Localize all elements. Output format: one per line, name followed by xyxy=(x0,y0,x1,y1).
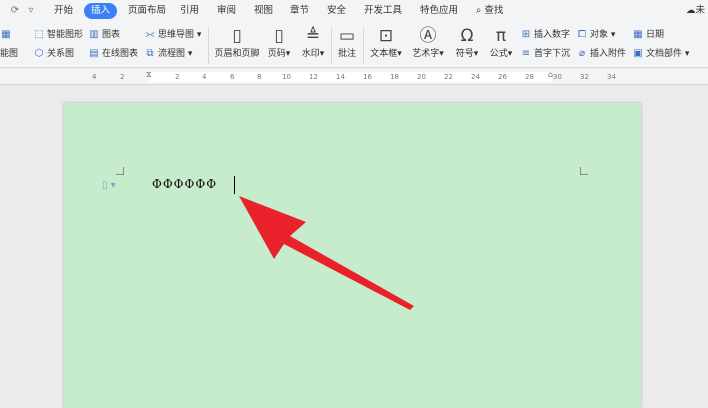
arrow-shape xyxy=(239,196,414,310)
annotation-arrow-icon xyxy=(239,196,414,310)
